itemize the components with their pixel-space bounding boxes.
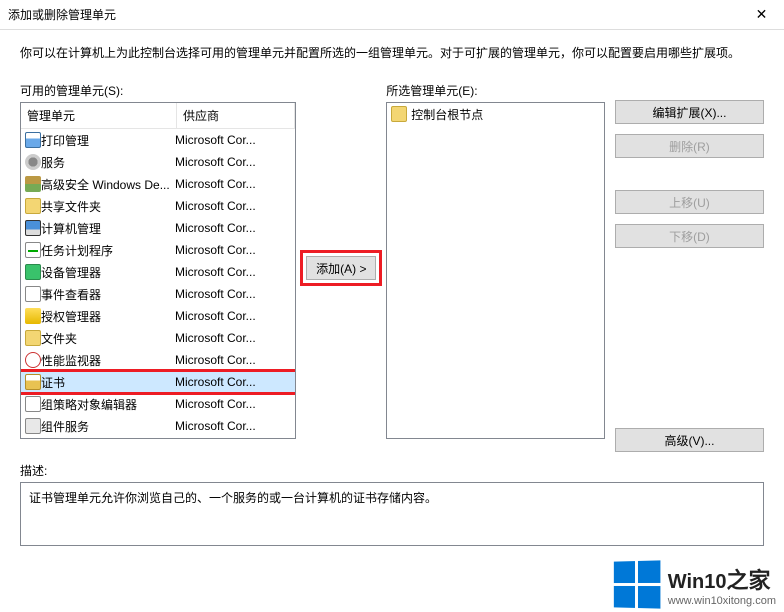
middle-column: 添加(A) >: [306, 82, 376, 452]
available-listbox[interactable]: 管理单元 供应商 打印管理Microsoft Cor...服务Microsoft…: [20, 102, 296, 439]
selected-label: 所选管理单元(E):: [386, 82, 605, 99]
description-label: 描述:: [20, 462, 764, 479]
item-vendor: Microsoft Cor...: [175, 353, 295, 367]
list-item[interactable]: 证书Microsoft Cor...: [21, 371, 295, 393]
main-area: 可用的管理单元(S): 管理单元 供应商 打印管理Microsoft Cor..…: [0, 72, 784, 452]
available-header: 管理单元 供应商: [21, 103, 295, 129]
item-vendor: Microsoft Cor...: [175, 287, 295, 301]
list-item[interactable]: 性能监视器Microsoft Cor...: [21, 349, 295, 371]
item-vendor: Microsoft Cor...: [175, 375, 295, 389]
move-up-button[interactable]: 上移(U): [615, 190, 764, 214]
item-name: 服务: [41, 154, 175, 171]
item-name: 计算机管理: [41, 220, 175, 237]
selected-column: 所选管理单元(E): 控制台根节点: [386, 82, 605, 452]
item-name: 证书: [41, 374, 175, 391]
item-name: 高级安全 Windows De...: [41, 176, 175, 193]
item-name: 性能监视器: [41, 352, 175, 369]
intro-text: 你可以在计算机上为此控制台选择可用的管理单元并配置所选的一组管理单元。对于可扩展…: [0, 30, 784, 72]
item-name: 事件查看器: [41, 286, 175, 303]
list-item[interactable]: 事件查看器Microsoft Cor...: [21, 283, 295, 305]
task-icon: [25, 242, 41, 258]
available-label: 可用的管理单元(S):: [20, 82, 296, 99]
item-name: 共享文件夹: [41, 198, 175, 215]
item-vendor: Microsoft Cor...: [175, 177, 295, 191]
item-vendor: Microsoft Cor...: [175, 309, 295, 323]
item-name: 任务计划程序: [41, 242, 175, 259]
close-button[interactable]: ✕: [739, 0, 784, 30]
item-name: 打印管理: [41, 132, 175, 149]
printer-icon: [25, 132, 41, 148]
header-vendor[interactable]: 供应商: [177, 103, 295, 128]
item-vendor: Microsoft Cor...: [175, 199, 295, 213]
folder-icon: [25, 330, 41, 346]
remove-button[interactable]: 删除(R): [615, 134, 764, 158]
list-item[interactable]: 组策略对象编辑器Microsoft Cor...: [21, 393, 295, 415]
right-button-column: 编辑扩展(X)... 删除(R) 上移(U) 下移(D) 高级(V)...: [615, 82, 764, 452]
item-name: 文件夹: [41, 330, 175, 347]
perf-icon: [25, 352, 41, 368]
list-item[interactable]: 授权管理器Microsoft Cor...: [21, 305, 295, 327]
console-root-icon: [391, 106, 407, 122]
selected-root-row[interactable]: 控制台根节点: [387, 103, 604, 125]
watermark-suffix: 之家: [727, 568, 771, 593]
item-name: 设备管理器: [41, 264, 175, 281]
console-root-label: 控制台根节点: [411, 106, 483, 123]
folder-icon: [25, 198, 41, 214]
dev-icon: [25, 264, 41, 280]
item-vendor: Microsoft Cor...: [175, 419, 295, 433]
description-box: 证书管理单元允许你浏览自己的、一个服务的或一台计算机的证书存储内容。: [20, 482, 764, 546]
advanced-button[interactable]: 高级(V)...: [615, 428, 764, 452]
list-item[interactable]: 文件夹Microsoft Cor...: [21, 327, 295, 349]
item-name: 组策略对象编辑器: [41, 396, 175, 413]
list-item[interactable]: 任务计划程序Microsoft Cor...: [21, 239, 295, 261]
move-down-button[interactable]: 下移(D): [615, 224, 764, 248]
watermark-text: Win10之家 www.win10xitong.com: [668, 563, 776, 607]
description-section: 描述: 证书管理单元允许你浏览自己的、一个服务的或一台计算机的证书存储内容。: [0, 452, 784, 556]
item-vendor: Microsoft Cor...: [175, 155, 295, 169]
window-title: 添加或删除管理单元: [8, 6, 739, 23]
item-name: 组件服务: [41, 418, 175, 435]
available-column: 可用的管理单元(S): 管理单元 供应商 打印管理Microsoft Cor..…: [20, 82, 296, 452]
auth-icon: [25, 308, 41, 324]
item-vendor: Microsoft Cor...: [175, 133, 295, 147]
list-item[interactable]: 计算机管理Microsoft Cor...: [21, 217, 295, 239]
pc-icon: [25, 220, 41, 236]
gear-icon: [25, 154, 41, 170]
list-item[interactable]: 设备管理器Microsoft Cor...: [21, 261, 295, 283]
item-vendor: Microsoft Cor...: [175, 331, 295, 345]
list-item[interactable]: 服务Microsoft Cor...: [21, 151, 295, 173]
cert-icon: [25, 374, 41, 390]
available-rows[interactable]: 打印管理Microsoft Cor...服务Microsoft Cor...高级…: [21, 129, 295, 439]
item-vendor: Microsoft Cor...: [175, 221, 295, 235]
item-name: 授权管理器: [41, 308, 175, 325]
item-vendor: Microsoft Cor...: [175, 243, 295, 257]
list-item[interactable]: 高级安全 Windows De...Microsoft Cor...: [21, 173, 295, 195]
selected-listbox[interactable]: 控制台根节点: [386, 102, 605, 439]
list-item[interactable]: 打印管理Microsoft Cor...: [21, 129, 295, 151]
item-vendor: Microsoft Cor...: [175, 397, 295, 411]
watermark-url: www.win10xitong.com: [668, 595, 776, 607]
gp-icon: [25, 396, 41, 412]
edit-extensions-button[interactable]: 编辑扩展(X)...: [615, 100, 764, 124]
windows-logo-icon: [614, 560, 661, 608]
header-name[interactable]: 管理单元: [21, 103, 177, 128]
list-item[interactable]: 共享文件夹Microsoft Cor...: [21, 195, 295, 217]
add-button[interactable]: 添加(A) >: [306, 256, 376, 280]
comp-icon: [25, 418, 41, 434]
add-button-highlight: 添加(A) >: [300, 250, 382, 286]
watermark-brand: Win10: [668, 571, 727, 593]
titlebar: 添加或删除管理单元 ✕: [0, 0, 784, 30]
event-icon: [25, 286, 41, 302]
item-vendor: Microsoft Cor...: [175, 265, 295, 279]
watermark: Win10之家 www.win10xitong.com: [613, 561, 776, 608]
wall-icon: [25, 176, 41, 192]
list-item[interactable]: 组件服务Microsoft Cor...: [21, 415, 295, 437]
